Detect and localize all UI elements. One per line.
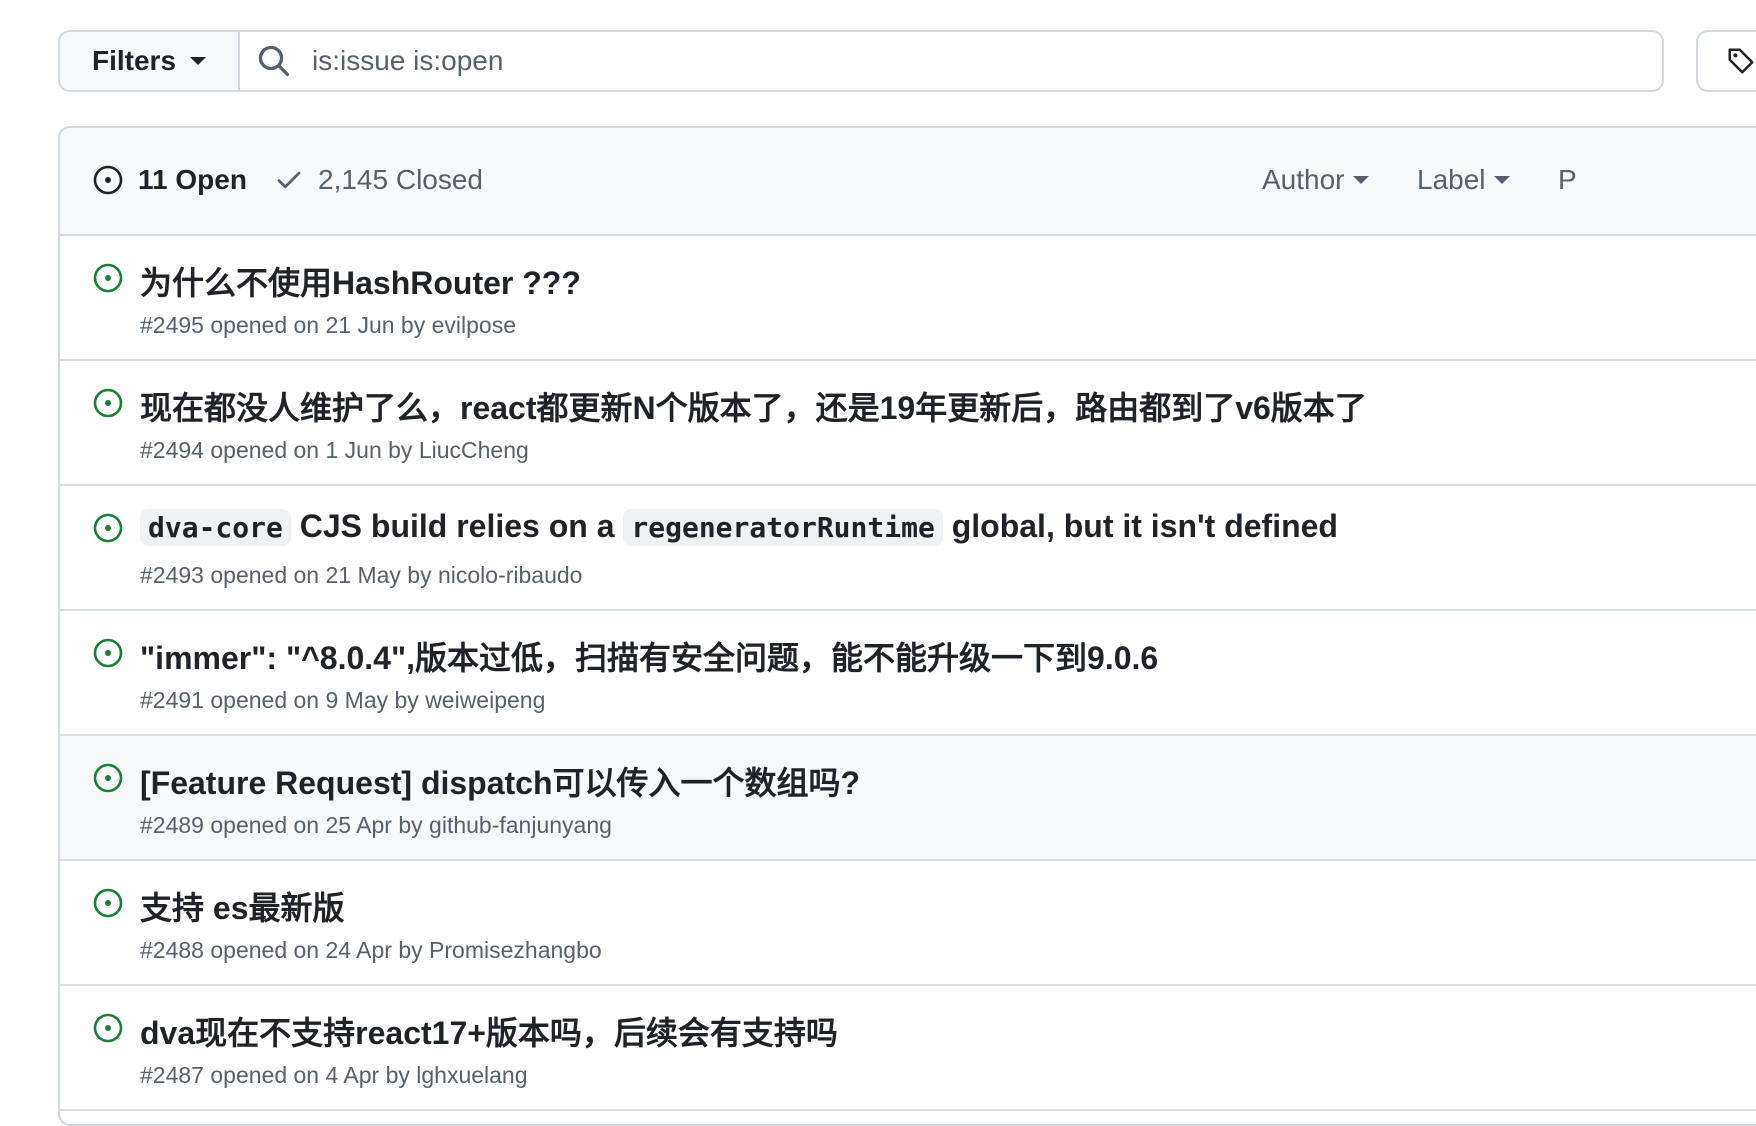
issue-number: #2493 (140, 562, 204, 588)
issue-title-link[interactable]: [Feature Request] dispatch可以传入一个数组吗? (140, 758, 860, 804)
issue-opened-icon (93, 888, 123, 918)
author-filter[interactable]: Author (1262, 164, 1369, 196)
open-issues-tab[interactable]: 11 Open (92, 164, 247, 196)
issues-list: 11 Open 2,145 Closed Author Label P 为什么不… (58, 126, 1756, 1126)
issue-meta: #2494 opened on 1 Jun by LiucCheng (140, 437, 529, 464)
issue-row: dva-core CJS build relies on a regenerat… (60, 486, 1756, 611)
issue-number: #2488 (140, 937, 204, 963)
issue-opened-icon (93, 165, 123, 195)
issue-title-link[interactable]: 现在都没人维护了么，react都更新N个版本了，还是19年更新后，路由都到了v6… (140, 383, 1367, 429)
issue-title-link[interactable]: dva-core CJS build relies on a regenerat… (140, 508, 1338, 546)
issue-meta: #2487 opened on 4 Apr by lghxuelang (140, 1062, 528, 1089)
inline-code: regeneratorRuntime (623, 509, 943, 546)
label-filter-label: Label (1417, 164, 1486, 195)
inline-code: dva-core (140, 509, 291, 546)
issue-author-link[interactable]: evilpose (432, 312, 516, 338)
issue-number: #2489 (140, 812, 204, 838)
issue-author-link[interactable]: weiweipeng (425, 687, 545, 713)
issue-author-link[interactable]: LiucCheng (419, 437, 529, 463)
closed-count: 2,145 Closed (318, 164, 484, 195)
issue-title-link[interactable]: "immer": "^8.0.4",版本过低，扫描有安全问题，能不能升级一下到9… (140, 633, 1158, 679)
issue-opened-icon (93, 1013, 123, 1043)
search-input[interactable] (310, 44, 1514, 78)
issue-opened-icon (93, 763, 123, 793)
issue-opened-icon (93, 388, 123, 418)
filters-label: Filters (92, 45, 177, 76)
issue-number: #2491 (140, 687, 204, 713)
issue-opened-text: opened on 21 May by (210, 562, 432, 588)
issue-row: [Feature Request] dispatch可以传入一个数组吗? #24… (60, 736, 1756, 861)
issue-meta: #2491 opened on 9 May by weiweipeng (140, 687, 545, 714)
open-count: 11 Open (138, 164, 247, 195)
issue-meta: #2488 opened on 24 Apr by Promisezhangbo (140, 937, 602, 964)
issue-opened-text: opened on 1 Jun by (210, 437, 413, 463)
issue-title-link[interactable]: 为什么不使用HashRouter ??? (140, 258, 581, 304)
tag-icon (1728, 48, 1754, 74)
issue-opened-text: opened on 21 Jun by (210, 312, 426, 338)
issue-meta: #2493 opened on 21 May by nicolo-ribaudo (140, 562, 582, 589)
issue-row: dva现在不支持react17+版本吗，后续会有支持吗 #2487 opened… (60, 986, 1756, 1111)
closed-issues-tab[interactable]: 2,145 Closed (274, 164, 483, 196)
issue-row: "immer": "^8.0.4",版本过低，扫描有安全问题，能不能升级一下到9… (60, 611, 1756, 736)
issue-author-link[interactable]: Promisezhangbo (429, 937, 602, 963)
label-filter[interactable]: Label (1417, 164, 1510, 196)
issue-number: #2494 (140, 437, 204, 463)
title-text: CJS build relies on a (299, 508, 615, 544)
issue-row: 支持 es最新版 #2488 opened on 24 Apr by Promi… (60, 861, 1756, 986)
title-text: global, but it isn't defined (951, 508, 1338, 544)
issue-opened-icon (93, 263, 123, 293)
issue-number: #2495 (140, 312, 204, 338)
check-icon (277, 171, 301, 189)
issue-title-link[interactable]: dva现在不支持react17+版本吗，后续会有支持吗 (140, 1008, 838, 1054)
issue-row: 现在都没人维护了么，react都更新N个版本了，还是19年更新后，路由都到了v6… (60, 361, 1756, 486)
issue-author-link[interactable]: nicolo-ribaudo (438, 562, 582, 588)
issue-opened-icon (93, 513, 123, 543)
issue-number: #2487 (140, 1062, 204, 1088)
caret-down-icon (1352, 176, 1369, 184)
issue-title-link[interactable]: 支持 es最新版 (140, 883, 345, 929)
issue-author-link[interactable]: github-fanjunyang (429, 812, 612, 838)
labels-button[interactable] (1696, 30, 1756, 92)
caret-down-icon (1493, 176, 1510, 184)
search-icon (258, 45, 290, 77)
projects-filter[interactable]: P (1558, 164, 1577, 196)
issue-author-link[interactable]: lghxuelang (416, 1062, 527, 1088)
author-filter-label: Author (1262, 164, 1345, 195)
issues-header: 11 Open 2,145 Closed Author Label P (60, 128, 1756, 236)
search-wrapper (240, 32, 1662, 90)
issue-meta: #2489 opened on 25 Apr by github-fanjuny… (140, 812, 612, 839)
issue-opened-icon (93, 638, 123, 668)
issue-opened-text: opened on 4 Apr by (210, 1062, 410, 1088)
issue-opened-text: opened on 9 May by (210, 687, 419, 713)
filters-button[interactable]: Filters (60, 32, 240, 90)
issue-meta: #2495 opened on 21 Jun by evilpose (140, 312, 516, 339)
issue-opened-text: opened on 25 Apr by (210, 812, 423, 838)
issue-opened-text: opened on 24 Apr by (210, 937, 423, 963)
caret-down-icon (190, 57, 207, 65)
filter-bar: Filters (58, 30, 1664, 92)
projects-filter-label: P (1558, 164, 1577, 195)
issue-row: 为什么不使用HashRouter ??? #2495 opened on 21 … (60, 236, 1756, 361)
